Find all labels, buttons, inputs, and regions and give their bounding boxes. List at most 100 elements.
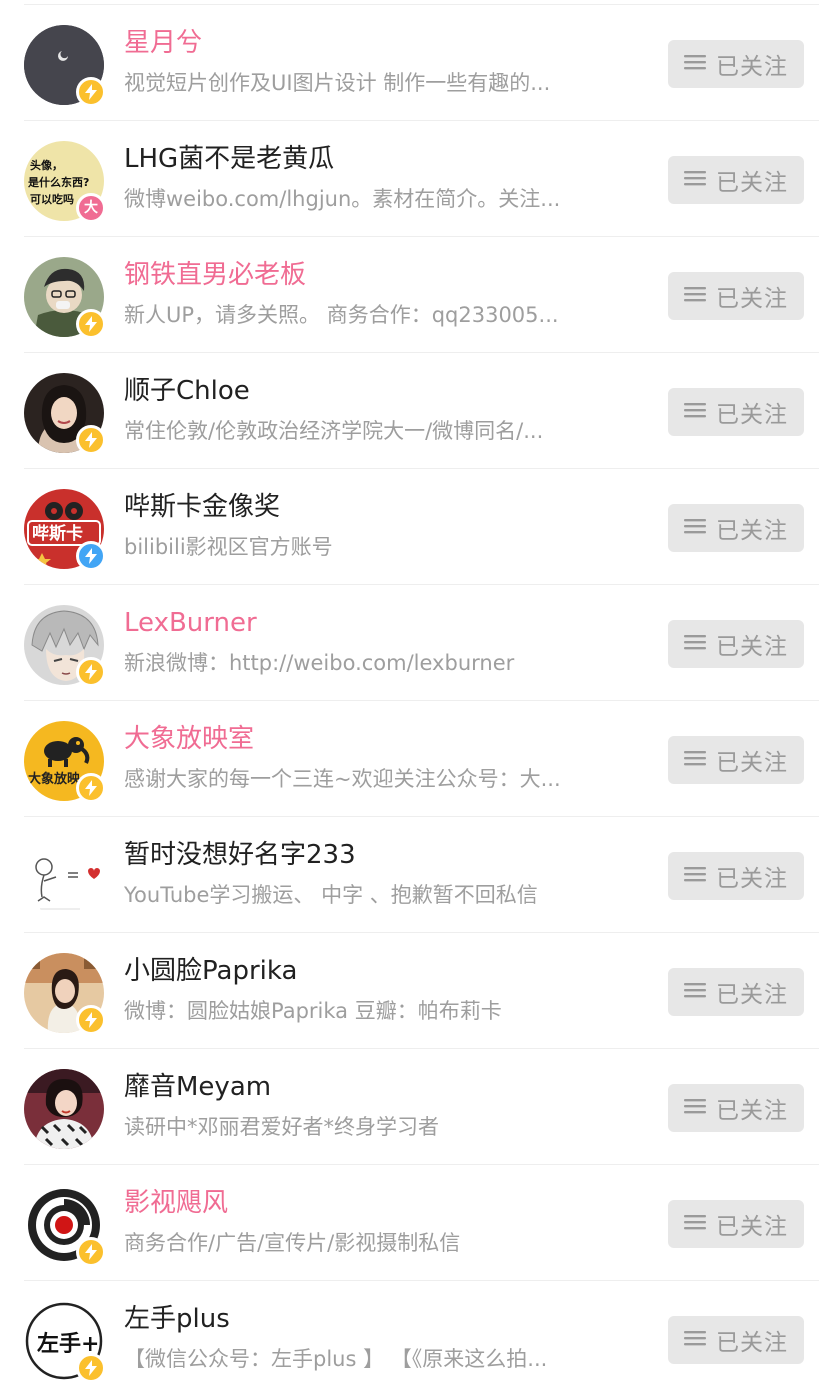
- avatar-container[interactable]: [24, 1069, 104, 1149]
- followed-label: 已关注: [716, 1214, 788, 1240]
- followed-button[interactable]: 已关注: [668, 40, 804, 88]
- verified-lightning-icon: [76, 773, 106, 803]
- user-name[interactable]: LHG菌不是老黄瓜: [124, 143, 334, 175]
- user-description: 常住伦敦/伦敦政治经济学院大一/微博同名/...: [124, 419, 544, 443]
- svg-text:是什么东西?: 是什么东西?: [27, 175, 89, 189]
- followed-button[interactable]: 已关注: [668, 1084, 804, 1132]
- followed-label: 已关注: [716, 634, 788, 660]
- user-list-item[interactable]: LexBurner 新浪微博：http://weibo.com/lexburner…: [0, 585, 819, 701]
- user-name[interactable]: 左手plus: [124, 1303, 230, 1335]
- user-list-item[interactable]: 影视飓风商务合作/广告/宣传片/影视摄制私信 已关注: [0, 1165, 819, 1281]
- user-name[interactable]: 哔斯卡金像奖: [124, 491, 280, 523]
- avatar-container[interactable]: [24, 953, 106, 1035]
- followed-button[interactable]: 已关注: [668, 504, 804, 552]
- menu-icon: [684, 518, 706, 538]
- member-badge-icon: 大: [76, 193, 106, 223]
- user-list-item[interactable]: 头像， 是什么东西? 可以吃吗大 LHG菌不是老黄瓜微博weibo.com/lhgju…: [0, 121, 819, 237]
- user-description: 新人UP，请多关照。 商务合作：qq233005...: [124, 303, 559, 327]
- menu-icon: [684, 402, 706, 422]
- menu-icon: [684, 750, 706, 770]
- user-name[interactable]: 小圆脸Paprika: [124, 955, 297, 987]
- menu-icon: [684, 1098, 706, 1118]
- verified-lightning-icon: [76, 1237, 106, 1267]
- verified-lightning-icon: [76, 425, 106, 455]
- avatar-container[interactable]: [24, 1185, 106, 1267]
- user-name[interactable]: 星月兮: [124, 27, 202, 59]
- user-name[interactable]: 顺子Chloe: [124, 375, 250, 407]
- user-description: 微博：圆脸姑娘Paprika 豆瓣：帕布莉卡: [124, 999, 502, 1023]
- avatar-container[interactable]: [24, 605, 106, 687]
- verified-lightning-icon: [76, 657, 106, 687]
- user-list-item[interactable]: 钢铁直男必老板新人UP，请多关照。 商务合作：qq233005... 已关注: [0, 237, 819, 353]
- following-list: 星月兮 视觉短片创作及UI图片设计 制作一些有趣的... 已关注头像， 是什么东西? 可…: [0, 0, 819, 1395]
- followed-button[interactable]: 已关注: [668, 1316, 804, 1364]
- avatar-text: 大象放映: [28, 771, 81, 787]
- followed-label: 已关注: [716, 982, 788, 1008]
- verified-lightning-icon: [76, 1005, 106, 1035]
- user-list-item[interactable]: 顺子Chloe 常住伦敦/伦敦政治经济学院大一/微博同名/... 已关注: [0, 353, 819, 469]
- menu-icon: [684, 1214, 706, 1234]
- svg-text:可以吃吗: 可以吃吗: [30, 192, 74, 206]
- user-name[interactable]: 大象放映室: [124, 723, 254, 755]
- user-name[interactable]: 暂时没想好名字233: [124, 839, 356, 871]
- user-list-item[interactable]: 小圆脸Paprika 微博：圆脸姑娘Paprika 豆瓣：帕布莉卡 已关注: [0, 933, 819, 1049]
- verified-lightning-icon: [76, 77, 106, 107]
- menu-icon: [684, 54, 706, 74]
- user-list-item[interactable]: 大象放映 大象放映室 感谢大家的每一个三连~欢迎关注公众号：大... 已关注: [0, 701, 819, 817]
- member-badge-text: 大: [84, 200, 98, 216]
- avatar-container[interactable]: 头像， 是什么东西? 可以吃吗大: [24, 141, 106, 223]
- user-list-item[interactable]: 星月兮 视觉短片创作及UI图片设计 制作一些有趣的... 已关注: [0, 5, 819, 121]
- followed-button[interactable]: 已关注: [668, 968, 804, 1016]
- menu-icon: [684, 286, 706, 306]
- menu-icon: [684, 982, 706, 1002]
- avatar-text: 头像，: [30, 158, 63, 172]
- user-list-item[interactable]: 左手+ 左手plus 【微信公众号：左手plus 】 【《原来这么拍... 已关注: [0, 1281, 819, 1395]
- user-name[interactable]: LexBurner: [124, 607, 257, 639]
- user-description: 微博weibo.com/lhgjun。素材在简介。关注...: [124, 187, 561, 211]
- followed-label: 已关注: [716, 170, 788, 196]
- user-list-item[interactable]: 靡音Meyam 读研中*邓丽君爱好者*终身学习者 已关注: [0, 1049, 819, 1165]
- user-description: 商务合作/广告/宣传片/影视摄制私信: [124, 1231, 461, 1255]
- user-description: 【微信公众号：左手plus 】 【《原来这么拍...: [124, 1347, 548, 1371]
- followed-label: 已关注: [716, 54, 788, 80]
- followed-button[interactable]: 已关注: [668, 156, 804, 204]
- avatar-container[interactable]: 左手+: [24, 1301, 106, 1383]
- followed-button[interactable]: 已关注: [668, 272, 804, 320]
- avatar[interactable]: [24, 837, 104, 917]
- followed-label: 已关注: [716, 402, 788, 428]
- followed-button[interactable]: 已关注: [668, 388, 804, 436]
- menu-icon: [684, 634, 706, 654]
- verified-lightning-icon: [76, 1353, 106, 1383]
- user-name[interactable]: 钢铁直男必老板: [124, 259, 306, 291]
- followed-label: 已关注: [716, 518, 788, 544]
- user-name[interactable]: 影视飓风: [124, 1187, 228, 1219]
- followed-button[interactable]: 已关注: [668, 852, 804, 900]
- user-description: bilibili影视区官方账号: [124, 535, 333, 559]
- user-description: 读研中*邓丽君爱好者*终身学习者: [124, 1115, 439, 1139]
- user-list-item[interactable]: 哔斯卡 哔斯卡金像奖 bilibili影视区官方账号 已关注: [0, 469, 819, 585]
- menu-icon: [684, 1330, 706, 1350]
- followed-button[interactable]: 已关注: [668, 620, 804, 668]
- followed-button[interactable]: 已关注: [668, 736, 804, 784]
- menu-icon: [684, 866, 706, 886]
- followed-label: 已关注: [716, 1330, 788, 1356]
- user-description: 新浪微博：http://weibo.com/lexburner: [124, 651, 515, 675]
- avatar-container[interactable]: [24, 837, 104, 917]
- avatar-text: 哔斯卡: [32, 523, 83, 544]
- avatar[interactable]: [24, 1069, 104, 1149]
- followed-button[interactable]: 已关注: [668, 1200, 804, 1248]
- avatar-container[interactable]: [24, 257, 106, 339]
- avatar-container[interactable]: 大象放映: [24, 721, 106, 803]
- verified-lightning-icon: [76, 309, 106, 339]
- avatar-container[interactable]: [24, 373, 106, 455]
- avatar-container[interactable]: [24, 25, 106, 107]
- official-lightning-icon: [76, 541, 106, 571]
- followed-label: 已关注: [716, 866, 788, 892]
- followed-label: 已关注: [716, 1098, 788, 1124]
- menu-icon: [684, 170, 706, 190]
- user-list-item[interactable]: 暂时没想好名字233 YouTube学习搬运、 中字 、抱歉暂不回私信 已关注: [0, 817, 819, 933]
- user-name[interactable]: 靡音Meyam: [124, 1071, 271, 1103]
- user-description: YouTube学习搬运、 中字 、抱歉暂不回私信: [124, 883, 538, 907]
- avatar-container[interactable]: 哔斯卡: [24, 489, 106, 571]
- followed-label: 已关注: [716, 286, 788, 312]
